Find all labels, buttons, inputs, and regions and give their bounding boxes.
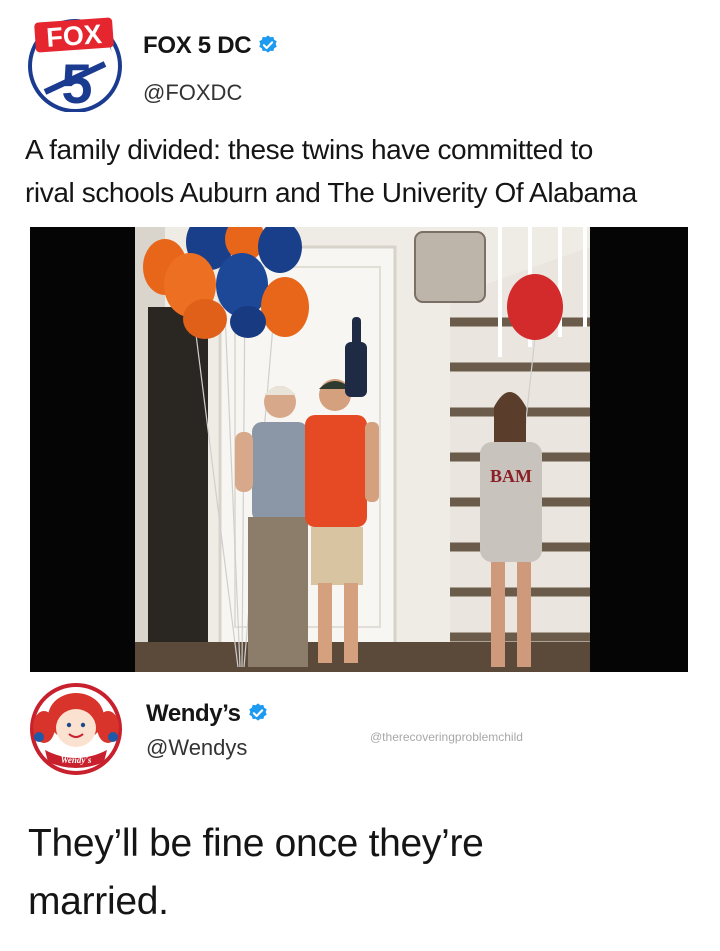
family-photo-illustration: BAM — [135, 227, 590, 672]
fox-tweet-line-2: rival schools Auburn and The Univerity O… — [25, 177, 637, 208]
fox-logo-word: FOX — [45, 19, 102, 53]
verified-badge-icon — [259, 35, 278, 53]
verified-badge-icon — [248, 703, 267, 721]
fox-author-label: FOX 5 DC — [143, 32, 252, 59]
wendys-reply-text: They’ll be fine once they’re married. — [28, 815, 708, 931]
fox-author-name[interactable]: FOX 5 DC — [143, 32, 279, 60]
watermark-text: @therecoveringproblemchild — [370, 730, 523, 744]
fox-handle[interactable]: @FOXDC — [143, 80, 242, 106]
fox-tweet-line-1: A family divided: these twins have commi… — [25, 134, 593, 165]
wendys-author-name[interactable]: Wendy’s — [146, 700, 269, 728]
wendys-logo-word: Wendy's — [61, 755, 92, 765]
fox5-avatar-logo[interactable]: FOX 5 — [25, 14, 127, 112]
wendys-handle[interactable]: @Wendys — [146, 735, 247, 761]
wendys-reply-line-1: They’ll be fine once they’re — [28, 822, 484, 865]
wendys-author-label: Wendy’s — [146, 700, 241, 727]
wendys-reply-line-2: married. — [28, 880, 169, 923]
tweet-photo[interactable]: BAM — [30, 227, 688, 672]
fox-logo-number: 5 — [61, 52, 92, 112]
photo-shirt-text: BAM — [490, 466, 532, 486]
fox-tweet-text: A family divided: these twins have commi… — [25, 128, 705, 214]
wendys-avatar-logo[interactable]: Wendy's — [29, 682, 123, 776]
